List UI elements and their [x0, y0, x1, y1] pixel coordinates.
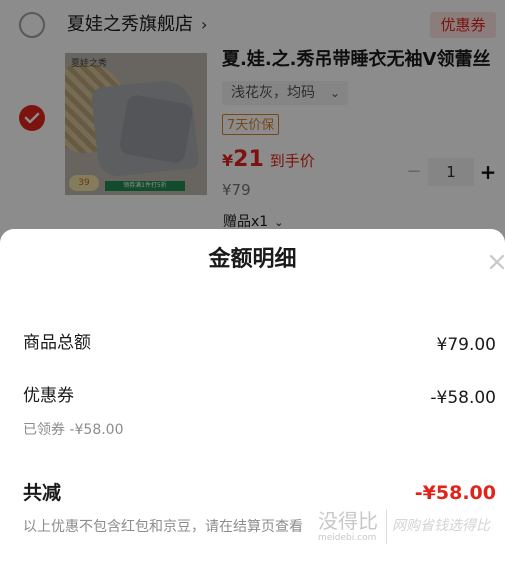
watermark-logo: 没得比 meidebi.com 网购省钱选得比: [316, 508, 505, 558]
watermark-text: 没得比: [318, 509, 378, 533]
total-discount-value: -¥58.00: [414, 482, 496, 504]
watermark-url: meidebi.com: [318, 533, 377, 543]
coupon-claimed-detail: 已领券 -¥58.00: [23, 422, 124, 438]
close-icon[interactable]: [486, 251, 505, 273]
total-discount-label: 共减: [23, 482, 62, 504]
subtotal-value: ¥79.00: [436, 335, 496, 355]
watermark-slogan: 网购省钱选得比: [392, 518, 490, 534]
coupon-label: 优惠券: [23, 386, 74, 406]
watermark-divider: [386, 510, 387, 544]
subtotal-label: 商品总额: [23, 333, 91, 353]
sheet-title: 金额明细: [208, 247, 297, 272]
discount-note: 以上优惠不包含红包和京豆，请在结算页查看: [23, 519, 303, 535]
coupon-value: -¥58.00: [430, 388, 496, 408]
